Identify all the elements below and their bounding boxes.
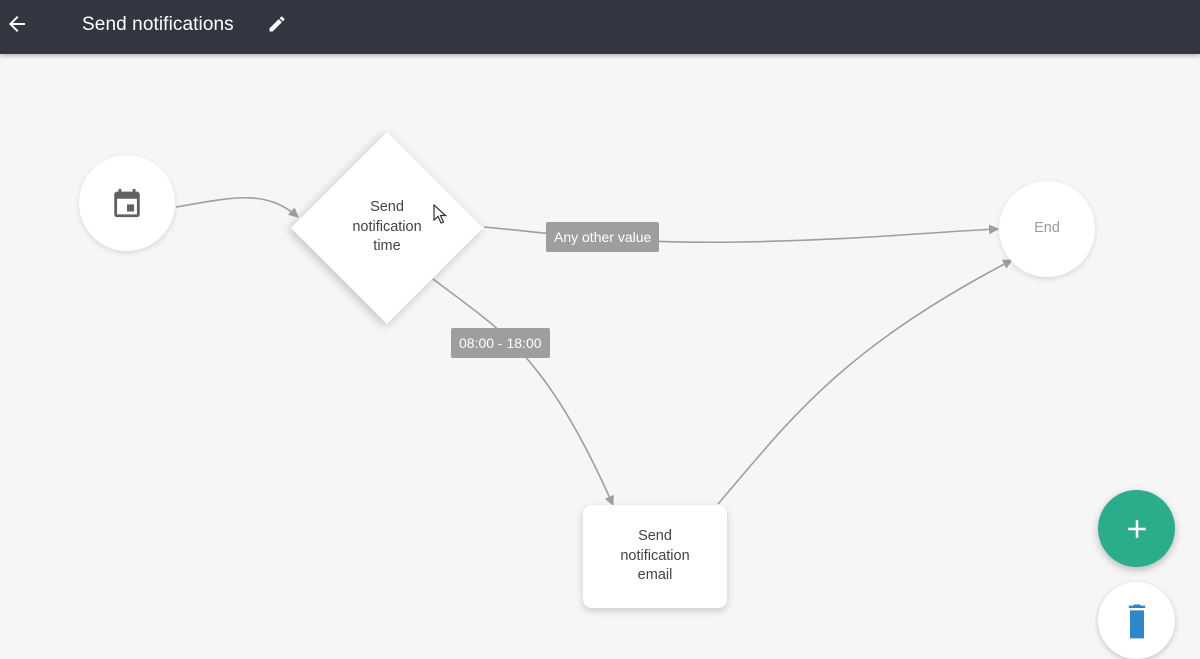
decision-node-label: Send notification time [352, 199, 422, 254]
add-node-button[interactable] [1098, 490, 1175, 567]
top-app-bar: Send notifications [0, 0, 1200, 54]
back-button[interactable] [0, 5, 34, 43]
trash-icon [1128, 604, 1145, 639]
edge-label-time-range[interactable]: 08:00 - 18:00 [451, 328, 550, 358]
end-node-label: End [1034, 220, 1060, 237]
task-node[interactable]: Send notification email [583, 505, 727, 608]
edge-task-to-end[interactable] [717, 259, 1013, 505]
start-node[interactable] [79, 155, 175, 251]
decision-node[interactable]: Send notification time [290, 131, 484, 325]
arrow-left-icon [9, 16, 25, 32]
delete-node-button[interactable] [1098, 582, 1175, 659]
pencil-icon [269, 16, 285, 32]
mouse-pointer-icon [433, 204, 448, 224]
task-node-label: Send notification email [620, 528, 690, 584]
edge-start-to-decision[interactable] [175, 196, 299, 218]
edge-label-any-other-value[interactable]: Any other value [546, 222, 660, 252]
page-title: Send notifications [82, 14, 234, 35]
edit-title-button[interactable] [265, 12, 289, 36]
calendar-icon [114, 188, 140, 218]
end-node[interactable]: End [999, 181, 1095, 277]
plus-icon [1127, 519, 1146, 538]
